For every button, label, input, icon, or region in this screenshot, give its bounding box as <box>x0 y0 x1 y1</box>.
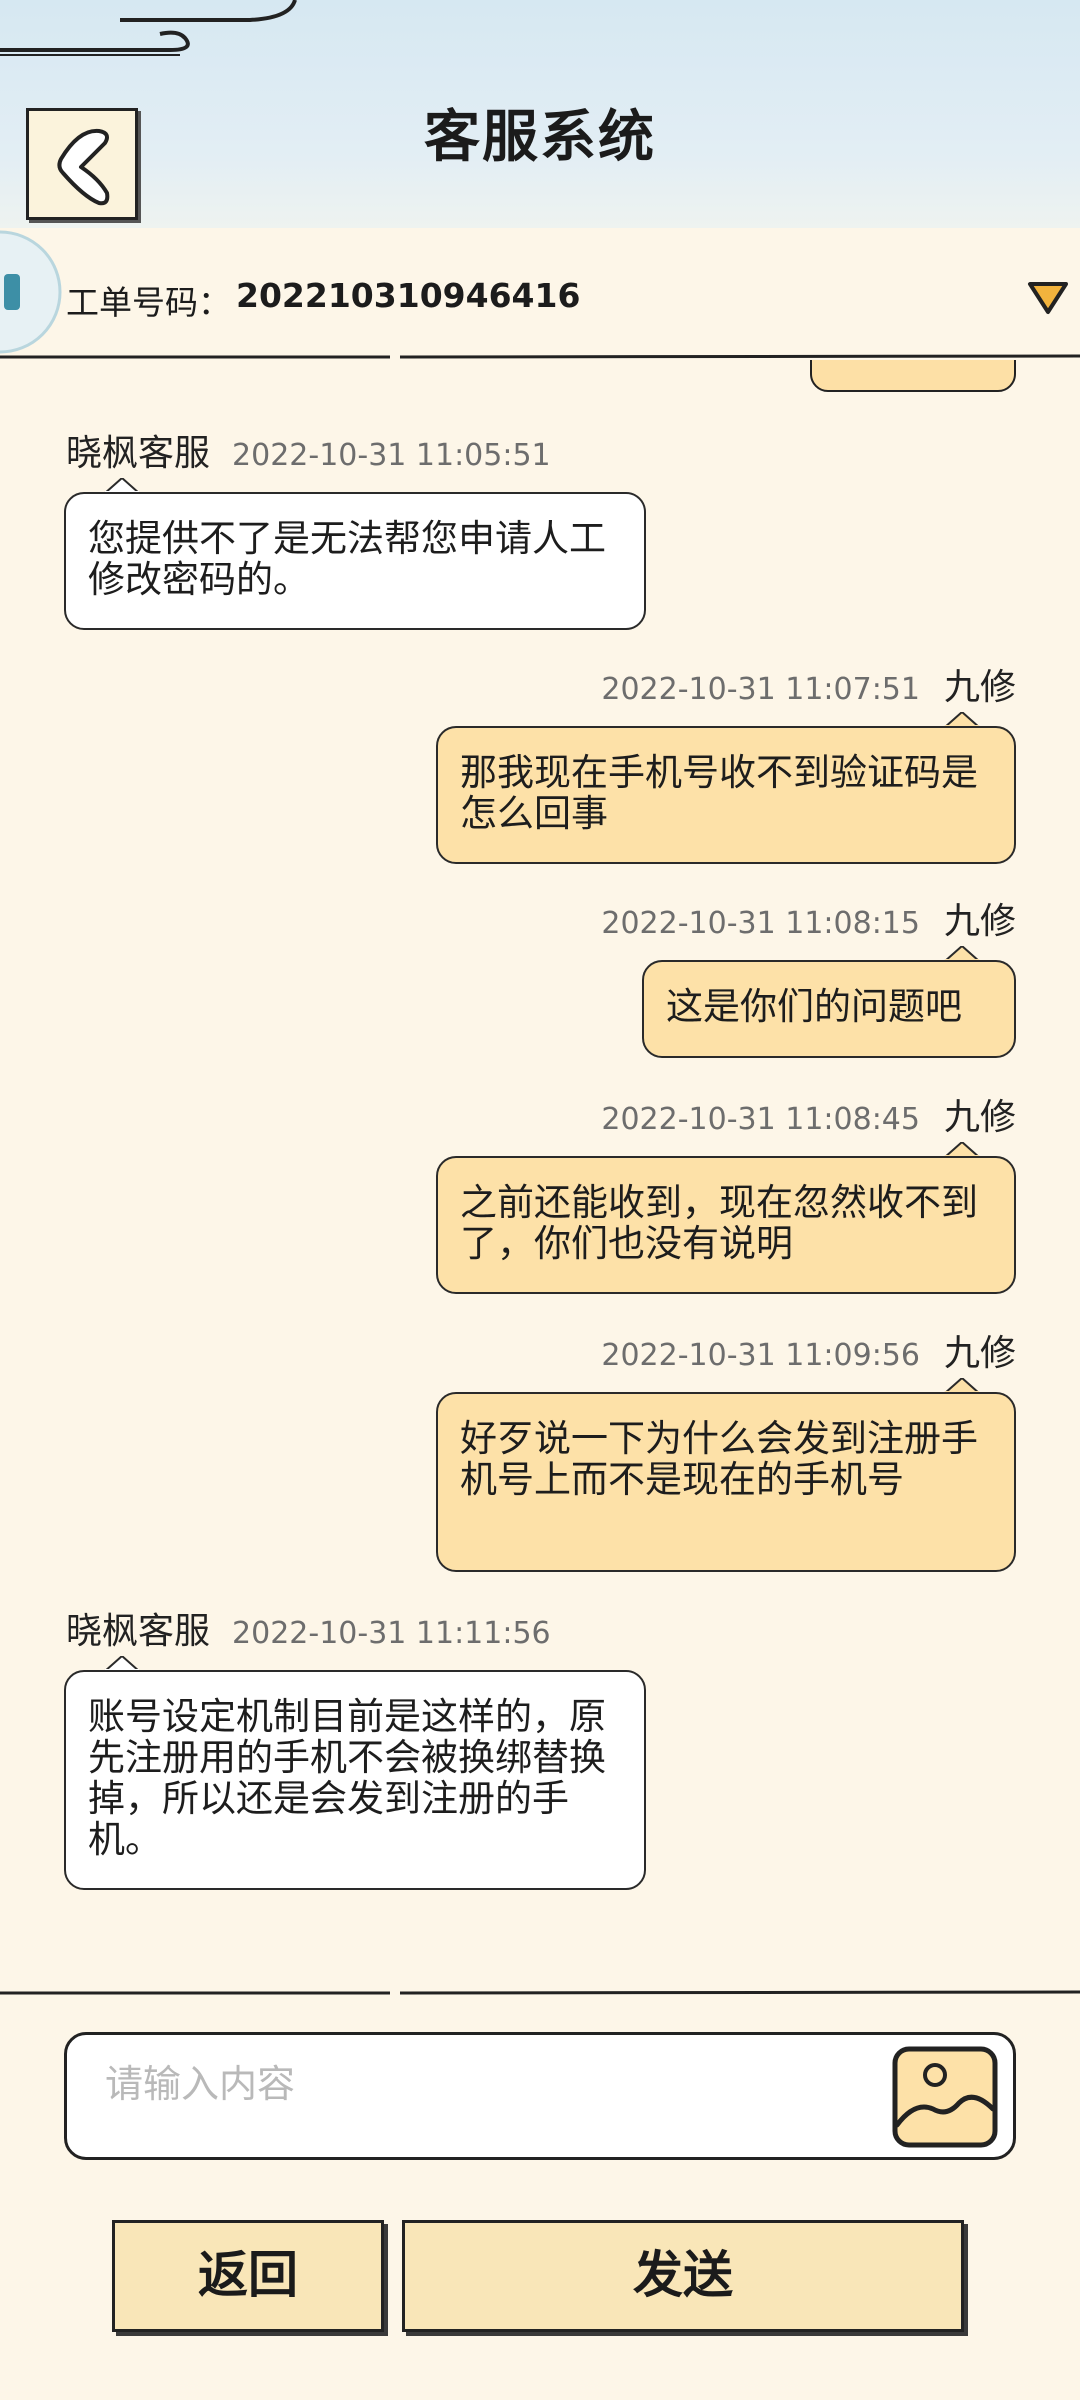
sender-name: 九修 <box>943 901 1016 942</box>
message-time: 2022-10-31 11:11:56 <box>232 1616 551 1651</box>
app-logo-icon <box>0 230 62 354</box>
sender-name: 九修 <box>943 667 1016 708</box>
message-meta: 2022-10-31 11:08:15 九修 <box>601 892 1016 944</box>
message-meta: 2022-10-31 11:09:56 九修 <box>601 1324 1016 1376</box>
message-bubble-mine: 好歹说一下为什么会发到注册手机号上而不是现在的手机号 <box>436 1392 1016 1572</box>
message-meta: 晓枫客服 2022-10-31 11:11:56 <box>66 1602 551 1654</box>
message-bubble-mine: 那我现在手机号收不到验证码是怎么回事 <box>436 726 1016 864</box>
sender-name: 九修 <box>943 1333 1016 1374</box>
back-button[interactable]: 返回 <box>112 2220 384 2332</box>
sender-name: 九修 <box>943 1097 1016 1138</box>
page-title: 客服系统 <box>424 105 656 170</box>
message-time: 2022-10-31 11:09:56 <box>601 1338 920 1373</box>
message-bubble-partial <box>810 360 1016 392</box>
message-input[interactable] <box>103 2053 887 2115</box>
message-time: 2022-10-31 11:08:45 <box>601 1102 920 1137</box>
sender-name: 晓枫客服 <box>66 433 211 474</box>
send-button[interactable]: 发送 <box>402 2220 964 2332</box>
sender-name: 晓枫客服 <box>66 1611 211 1652</box>
message-bubble-agent: 账号设定机制目前是这样的，原先注册用的手机不会被换绑替换掉，所以还是会发到注册的… <box>64 1670 646 1890</box>
message-input-box[interactable] <box>64 2032 1016 2160</box>
message-bubble-mine: 之前还能收到，现在忽然收不到了，你们也没有说明 <box>436 1156 1016 1294</box>
ticket-number-label: 工单号码： <box>66 283 231 322</box>
cloud-decoration-icon <box>0 0 297 56</box>
message-meta: 晓枫客服 2022-10-31 11:05:51 <box>66 424 551 476</box>
header: 客服系统 <box>0 0 1080 228</box>
message-meta: 2022-10-31 11:08:45 九修 <box>601 1088 1016 1140</box>
message-meta: 2022-10-31 11:07:51 九修 <box>601 658 1016 710</box>
message-time: 2022-10-31 11:08:15 <box>601 906 920 941</box>
divider <box>0 1990 1080 1995</box>
message-time: 2022-10-31 11:07:51 <box>601 672 920 707</box>
chat-message-list[interactable]: 晓枫客服 2022-10-31 11:05:51 您提供不了是无法帮您申请人工修改… <box>0 360 1080 1990</box>
message-bubble-agent: 您提供不了是无法帮您申请人工修改密码的。 <box>64 492 646 630</box>
message-bubble-mine: 这是你们的问题吧 <box>642 960 1016 1058</box>
image-icon[interactable] <box>889 2043 1003 2151</box>
triangle-down-icon[interactable] <box>1026 278 1070 318</box>
ticket-number-value: 202210310946416 <box>236 276 581 315</box>
message-time: 2022-10-31 11:05:51 <box>232 438 551 473</box>
